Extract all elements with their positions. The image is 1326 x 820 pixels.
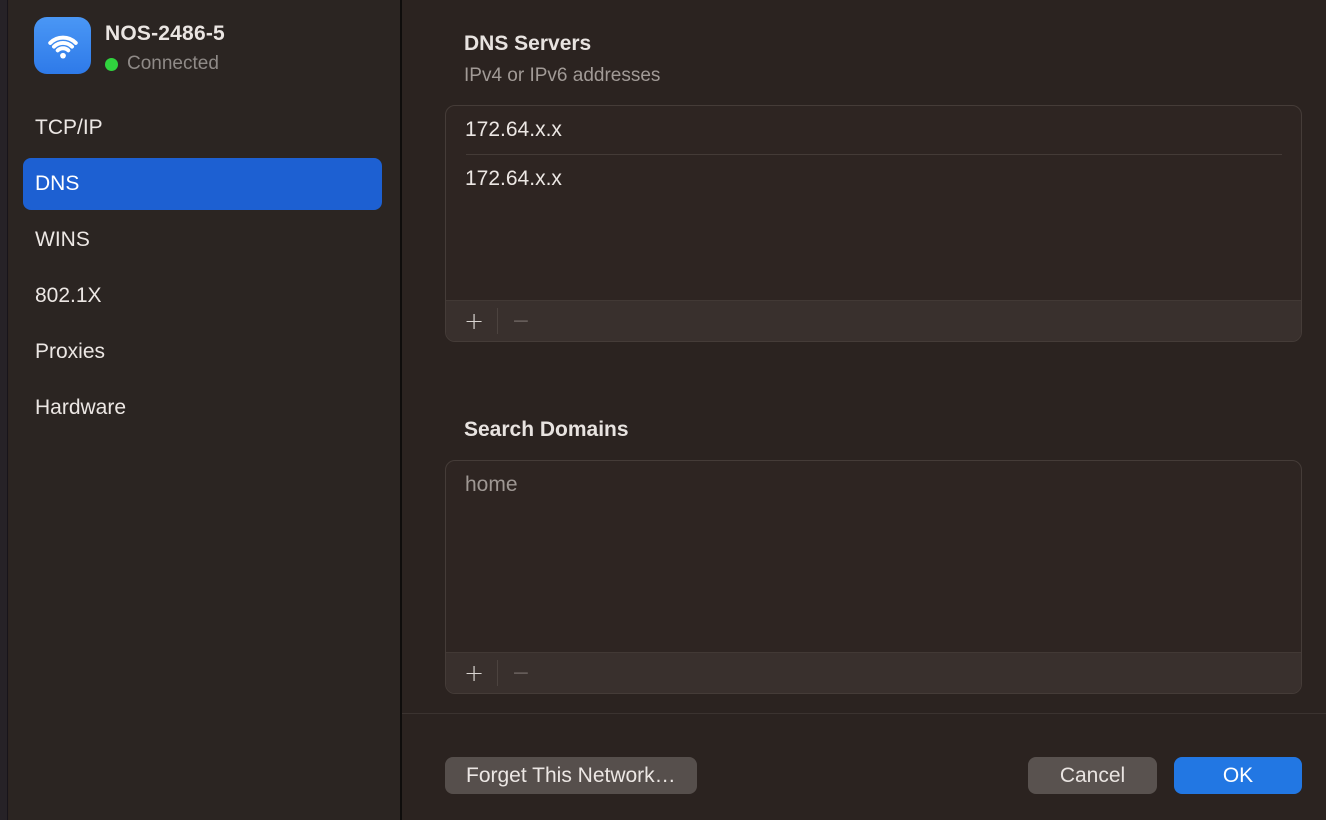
sidebar-item-hardware[interactable]: Hardware [23, 380, 382, 436]
search-domains-toolbar: + − [446, 652, 1301, 693]
dns-settings-panel: DNS Servers IPv4 or IPv6 addresses 172.6… [402, 0, 1326, 820]
dns-servers-toolbar: + − [446, 300, 1301, 341]
toolbar-separator [497, 308, 498, 334]
add-search-domain-button[interactable]: + [456, 659, 492, 687]
sidebar-item-tcpip[interactable]: TCP/IP [23, 100, 382, 156]
remove-dns-server-button[interactable]: − [503, 307, 539, 335]
connected-status-label: Connected [127, 53, 219, 75]
sidebar-item-label: TCP/IP [35, 116, 103, 140]
sidebar: NOS-2486-5 Connected TCP/IP DNS WINS 802… [9, 0, 400, 820]
remove-search-domain-button[interactable]: − [503, 659, 539, 687]
dns-server-value: 172.64.x.x [465, 118, 562, 142]
sidebar-item-label: WINS [35, 228, 90, 252]
sidebar-item-label: Hardware [35, 396, 126, 420]
sidebar-item-proxies[interactable]: Proxies [23, 324, 382, 380]
dns-servers-subtitle: IPv4 or IPv6 addresses [445, 62, 1302, 89]
dns-server-row[interactable]: 172.64.x.x [446, 106, 1301, 154]
sidebar-nav: TCP/IP DNS WINS 802.1X Proxies Hardware [9, 100, 400, 436]
dns-server-value: 172.64.x.x [465, 167, 562, 191]
dns-servers-rows: 172.64.x.x 172.64.x.x [446, 106, 1301, 300]
connected-status-dot-icon [105, 58, 118, 71]
spacer [445, 342, 1302, 416]
dns-server-row[interactable]: 172.64.x.x [446, 155, 1301, 203]
search-domain-row[interactable]: home [446, 461, 1301, 509]
ok-button[interactable]: OK [1174, 757, 1302, 794]
search-domains-title: Search Domains [445, 416, 1302, 444]
toolbar-separator [497, 660, 498, 686]
add-dns-server-button[interactable]: + [456, 307, 492, 335]
footer-divider [402, 713, 1326, 714]
footer-button-row: Forget This Network… Cancel OK [445, 757, 1302, 794]
sidebar-item-label: DNS [35, 172, 79, 196]
sidebar-item-dns[interactable]: DNS [23, 158, 382, 210]
panel-content: DNS Servers IPv4 or IPv6 addresses 172.6… [402, 0, 1326, 694]
cancel-button[interactable]: Cancel [1028, 757, 1157, 794]
sidebar-item-label: Proxies [35, 340, 105, 364]
network-status: Connected [105, 53, 225, 75]
sidebar-item-label: 802.1X [35, 284, 102, 308]
sidebar-item-8021x[interactable]: 802.1X [23, 268, 382, 324]
network-name: NOS-2486-5 [105, 22, 225, 46]
dialog-buttons: Cancel OK [1028, 757, 1302, 794]
window-edge [0, 0, 8, 820]
forget-network-button[interactable]: Forget This Network… [445, 757, 697, 794]
search-domains-listbox: home + − [445, 460, 1302, 694]
search-domains-rows: home [446, 461, 1301, 652]
search-domain-value: home [465, 473, 518, 497]
network-info: NOS-2486-5 Connected [105, 17, 225, 75]
wifi-icon [34, 17, 91, 74]
dns-servers-title: DNS Servers [445, 30, 1302, 58]
network-header: NOS-2486-5 Connected [9, 0, 400, 75]
dns-servers-listbox: 172.64.x.x 172.64.x.x + − [445, 105, 1302, 342]
sidebar-item-wins[interactable]: WINS [23, 212, 382, 268]
